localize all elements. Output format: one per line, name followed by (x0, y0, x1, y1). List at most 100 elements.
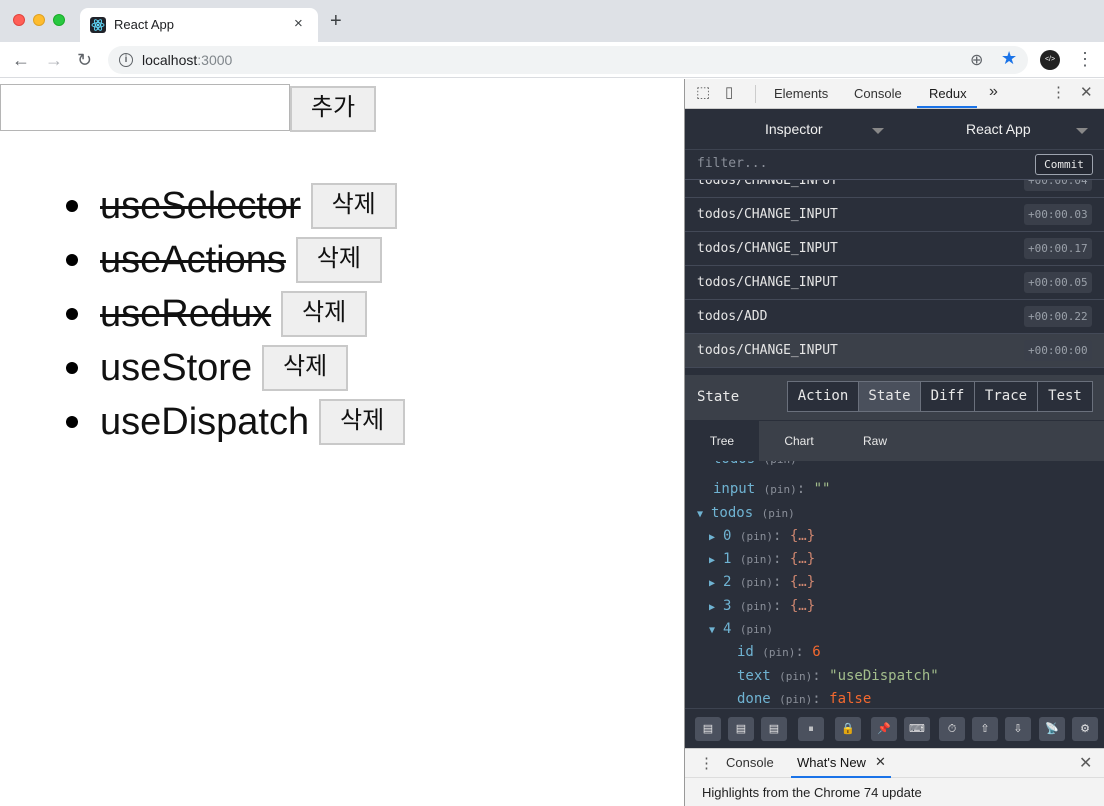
chart-monitor-icon[interactable]: ▤ (761, 717, 787, 741)
drawer-close-icon[interactable]: ✕ (1079, 753, 1092, 773)
expand-arrow-icon: ▼ (697, 509, 704, 520)
info-icon[interactable]: i (119, 53, 133, 67)
action-time: +00:00.17 (1024, 238, 1092, 259)
delete-button[interactable]: 삭제 (281, 291, 368, 337)
devtools-close-icon[interactable]: ✕ (1080, 85, 1093, 101)
pause-icon[interactable]: ⏸ (798, 717, 824, 741)
tree-row-todos[interactable]: ▼ todos (pin) (697, 503, 795, 525)
action-row-selected[interactable]: todos/CHANGE_INPUT +00:00:00 (685, 334, 1104, 368)
address-bar[interactable]: i localhost:3000 ⊕ ★ (108, 46, 1028, 74)
new-tab-button[interactable]: + (330, 11, 342, 31)
commit-button[interactable]: Commit (1035, 154, 1093, 175)
action-name: todos/CHANGE_INPUT (697, 275, 838, 290)
tab-action[interactable]: Action (787, 381, 859, 412)
tree-row-todo[interactable]: ▶ 0 (pin): {…} (709, 526, 815, 548)
close-window-button[interactable] (13, 14, 25, 26)
minimize-window-button[interactable] (33, 14, 45, 26)
close-tab-icon[interactable]: ✕ (875, 754, 886, 770)
tab-elements[interactable]: Elements (774, 86, 828, 101)
import-icon[interactable]: ⇩ (1005, 717, 1031, 741)
action-row[interactable]: todos/CHANGE_INPUT +00:00.05 (685, 266, 1104, 300)
devtools-tab-bar: ⬚ ▯ Elements Console Redux » ⋮ ✕ (685, 79, 1104, 109)
tree-row-done[interactable]: done (pin): false (737, 689, 871, 708)
action-row[interactable]: todos/CHANGE_INPUT +00:00.03 (685, 198, 1104, 232)
action-name: todos/CHANGE_INPUT (697, 207, 838, 222)
tab-close-icon[interactable]: × (294, 15, 303, 32)
browser-tab[interactable]: React App × (80, 8, 318, 42)
expand-arrow-icon: ▶ (709, 555, 716, 566)
drawer-menu-icon[interactable]: ⋮ (699, 754, 714, 772)
timer-icon[interactable]: ⏱ (939, 717, 965, 741)
instance-select[interactable]: React App (966, 121, 1031, 137)
expand-arrow-icon: ▶ (709, 532, 716, 543)
todo-text[interactable]: useDispatch (100, 400, 309, 444)
remote-icon[interactable]: 📡 (1039, 717, 1065, 741)
monitor-select[interactable]: Inspector (765, 121, 823, 137)
tab-chart[interactable]: Chart (762, 421, 836, 461)
tab-test[interactable]: Test (1037, 381, 1093, 412)
zoom-icon[interactable]: ⊕ (970, 50, 983, 70)
tab-state[interactable]: State (858, 381, 921, 412)
delete-button[interactable]: 삭제 (310, 183, 397, 229)
inspector-monitor-icon[interactable]: ▤ (728, 717, 754, 741)
export-icon[interactable]: ⇧ (972, 717, 998, 741)
todo-text[interactable]: useActions (100, 238, 286, 282)
delete-button[interactable]: 삭제 (319, 399, 406, 445)
action-row[interactable]: todos/CHANGE_INPUT +00:00.04 (685, 180, 1104, 198)
tree-row-todo[interactable]: ▶ 3 (pin): {…} (709, 596, 815, 618)
tab-redux[interactable]: Redux (929, 86, 967, 101)
active-tab-indicator (917, 106, 977, 108)
action-list: todos/CHANGE_INPUT +00:00.04 todos/CHANG… (685, 180, 1104, 375)
lock-icon[interactable]: 🔒 (835, 717, 861, 741)
tree-row-input[interactable]: input (pin): "" (713, 479, 830, 500)
tree-row-todo[interactable]: ▶ 1 (pin): {…} (709, 549, 815, 571)
drawer-tab-console[interactable]: Console (726, 755, 774, 770)
active-tab-indicator (791, 776, 891, 778)
todo-text[interactable]: useSelector (100, 184, 301, 228)
maximize-window-button[interactable] (53, 14, 65, 26)
action-name: todos/CHANGE_INPUT (697, 180, 838, 188)
devtools-menu-icon[interactable]: ⋮ (1051, 85, 1066, 101)
reload-icon[interactable]: ↻ (77, 50, 92, 70)
tab-tree[interactable]: Tree (685, 421, 759, 461)
todo-text[interactable]: useStore (100, 346, 252, 390)
action-row[interactable]: todos/ADD +00:00.22 (685, 300, 1104, 334)
todo-item: useActions 삭제 (60, 233, 405, 287)
add-button[interactable]: 추가 (290, 86, 376, 132)
device-toolbar-icon[interactable]: ▯ (725, 85, 733, 101)
delete-button[interactable]: 삭제 (295, 237, 382, 283)
pin-icon[interactable]: 📌 (871, 717, 897, 741)
chevron-down-icon[interactable] (872, 128, 884, 134)
inspect-element-icon[interactable]: ⬚ (696, 85, 710, 101)
tab-diff[interactable]: Diff (920, 381, 975, 412)
tree-row-todo-expanded[interactable]: ▼ 4 (pin) (709, 619, 773, 641)
drawer-tab-whats-new[interactable]: What's New (797, 755, 866, 770)
inspector-header: Inspector React App (685, 110, 1104, 150)
tab-console[interactable]: Console (854, 86, 902, 101)
tree-row-id[interactable]: id (pin): 6 (737, 642, 821, 663)
browser-menu-icon[interactable]: ⋮ (1076, 50, 1094, 68)
tab-raw[interactable]: Raw (838, 421, 912, 461)
tree-row-text[interactable]: text (pin): "useDispatch" (737, 666, 939, 687)
action-row[interactable]: todos/CHANGE_INPUT +00:00.17 (685, 232, 1104, 266)
action-time: +00:00.05 (1024, 272, 1092, 293)
tree-root-partial: todos (pin) (713, 461, 797, 470)
tab-trace[interactable]: Trace (974, 381, 1038, 412)
more-tabs-icon[interactable]: » (989, 83, 998, 101)
url-text: localhost:3000 (142, 52, 233, 68)
extension-icon[interactable]: </> (1040, 50, 1060, 70)
back-icon[interactable]: ← (12, 50, 30, 70)
drawer-tab-bar: ⋮ Console What's New ✕ ✕ (685, 749, 1104, 778)
keyboard-icon[interactable]: ⌨ (904, 717, 930, 741)
tree-row-todo[interactable]: ▶ 2 (pin): {…} (709, 572, 815, 594)
forward-icon[interactable]: → (45, 50, 63, 70)
log-monitor-icon[interactable]: ▤ (695, 717, 721, 741)
settings-gear-icon[interactable]: ⚙ (1072, 717, 1098, 741)
delete-button[interactable]: 삭제 (262, 345, 349, 391)
todo-text[interactable]: useRedux (100, 292, 271, 336)
todo-item: useRedux 삭제 (60, 287, 405, 341)
todo-input[interactable] (0, 84, 290, 131)
filter-input[interactable]: filter... (697, 156, 767, 171)
chevron-down-icon[interactable] (1076, 128, 1088, 134)
bookmark-star-icon[interactable]: ★ (1001, 48, 1017, 69)
